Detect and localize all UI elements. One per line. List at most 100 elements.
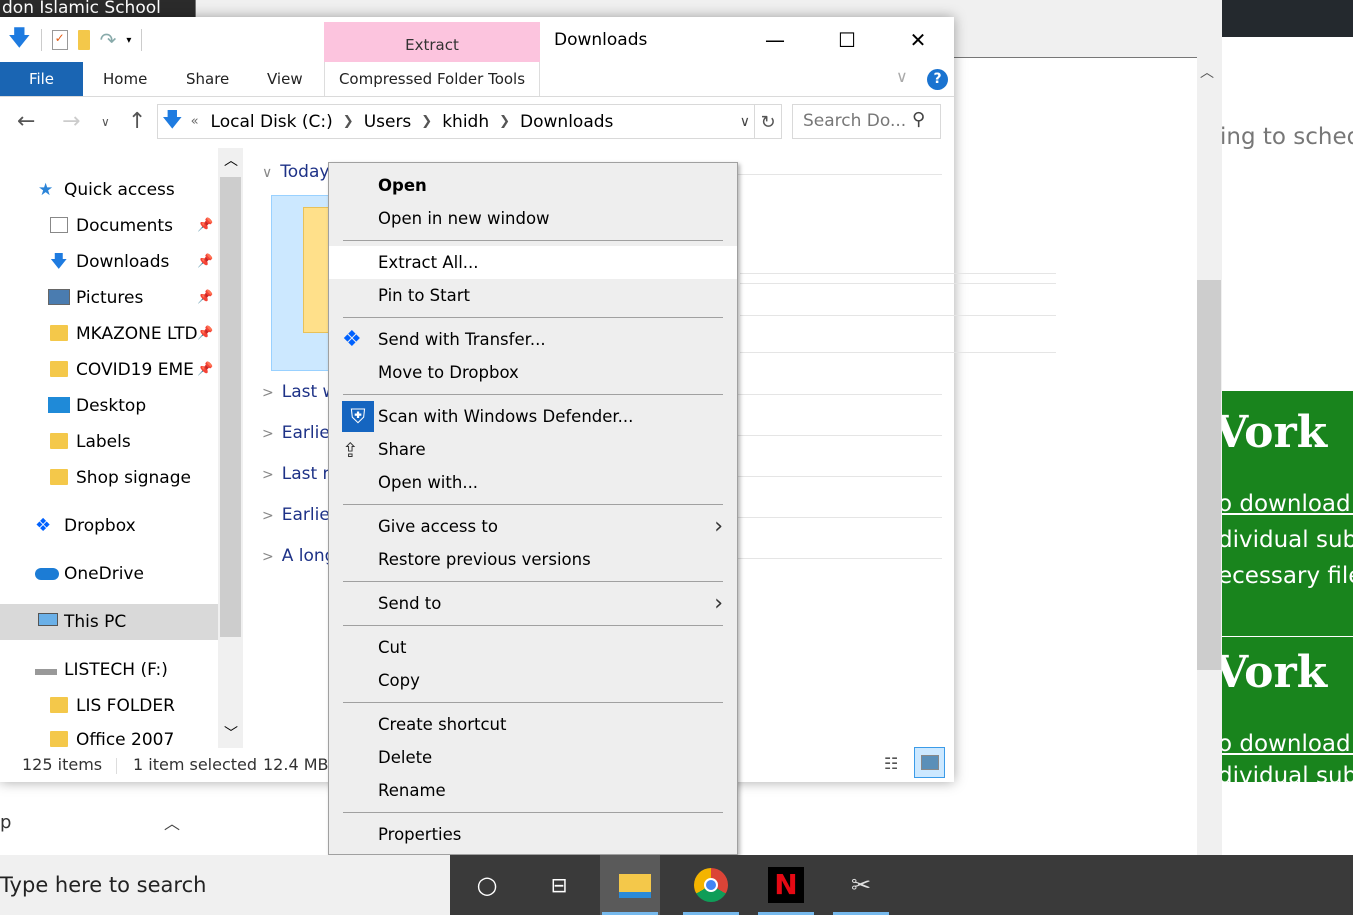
menu-item-send-to[interactable]: Send to › xyxy=(329,587,737,620)
forward-button[interactable]: → xyxy=(62,104,80,140)
redo-icon[interactable]: ↷ xyxy=(100,28,117,52)
properties-icon[interactable]: ✓ xyxy=(51,30,68,50)
breadcrumb-downloads[interactable]: Downloads xyxy=(520,112,613,132)
menu-item-open-new-window[interactable]: Open in new window xyxy=(329,202,737,235)
nav-item-this-pc[interactable]: This PC xyxy=(0,604,218,640)
snipping-tool-icon[interactable]: ✂ xyxy=(831,855,891,915)
star-icon: ★ xyxy=(38,180,54,200)
maximize-button[interactable]: ☐ xyxy=(824,25,870,55)
scroll-up-icon[interactable]: ︿ xyxy=(1200,62,1214,82)
menu-item-share[interactable]: ⇪ Share xyxy=(329,433,737,466)
chrome-icon[interactable] xyxy=(681,855,741,915)
nav-item-downloads[interactable]: 🡇 Downloads 📌 xyxy=(0,244,218,280)
download-arrow-icon[interactable]: 🡇 xyxy=(8,21,31,59)
task-view-icon[interactable]: ⊟ xyxy=(529,855,589,915)
large-icons-view-button[interactable] xyxy=(914,747,945,778)
menu-separator xyxy=(329,235,737,246)
taskbar-search-input[interactable]: Type here to search xyxy=(0,855,450,915)
breadcrumb-khidh[interactable]: khidh xyxy=(442,112,489,132)
help-button[interactable]: ? xyxy=(927,69,948,90)
menu-item-open[interactable]: Open xyxy=(329,169,737,202)
close-button[interactable]: ✕ xyxy=(895,25,941,55)
divider xyxy=(727,517,942,518)
menu-item-pin-to-start[interactable]: Pin to Start xyxy=(329,279,737,312)
new-folder-icon[interactable] xyxy=(77,30,90,50)
chevron-up-icon[interactable]: ︿ xyxy=(164,810,180,834)
scroll-down-icon[interactable]: ﹀ xyxy=(224,723,238,743)
share-icon: ⇪ xyxy=(342,438,359,462)
tab-view[interactable]: View xyxy=(267,62,303,96)
download-link[interactable]: o download. xyxy=(1222,491,1353,517)
search-icon[interactable]: ⚲ xyxy=(912,109,925,130)
chevron-right-icon[interactable]: ❯ xyxy=(343,114,354,129)
breadcrumb-users[interactable]: Users xyxy=(364,112,412,132)
nav-item-quick-access[interactable]: ★ Quick access xyxy=(0,172,218,208)
netflix-icon[interactable]: N xyxy=(756,855,816,915)
nav-item-lis-folder[interactable]: LIS FOLDER xyxy=(0,688,218,724)
tab-file[interactable]: File xyxy=(0,62,83,96)
nav-item-pictures[interactable]: Pictures 📌 xyxy=(0,280,218,316)
selection-size: 12.4 MB xyxy=(263,755,329,774)
menu-item-cut[interactable]: Cut xyxy=(329,631,737,664)
cortana-icon[interactable]: ○ xyxy=(457,855,517,915)
nav-item-office-2007[interactable]: Office 2007 xyxy=(0,722,218,748)
file-explorer-icon[interactable] xyxy=(600,855,660,915)
customize-dropdown-icon[interactable]: ▾ xyxy=(126,35,131,46)
menu-item-move-to-dropbox[interactable]: Move to Dropbox xyxy=(329,356,737,389)
nav-item-onedrive[interactable]: OneDrive xyxy=(0,556,218,592)
chevron-right-icon[interactable]: ❯ xyxy=(421,114,432,129)
path-overflow[interactable]: « xyxy=(191,114,199,129)
nav-item-documents[interactable]: Documents 📌 xyxy=(0,208,218,244)
nav-item-labels[interactable]: Labels xyxy=(0,424,218,460)
background-scrollbar-thumb[interactable] xyxy=(1197,280,1221,670)
breadcrumb-local-disk[interactable]: Local Disk (C:) xyxy=(211,112,333,132)
group-header[interactable]: > Earlier xyxy=(262,423,337,443)
nav-item-dropbox[interactable]: ❖ Dropbox xyxy=(0,508,218,544)
menu-separator xyxy=(329,389,737,400)
folder-icon xyxy=(50,731,68,747)
menu-item-create-shortcut[interactable]: Create shortcut xyxy=(329,708,737,741)
divider xyxy=(740,283,1056,284)
nav-label: Desktop xyxy=(76,396,147,416)
shared-folder-icon xyxy=(50,325,68,341)
nav-item-listech[interactable]: LISTECH (F:) xyxy=(0,652,218,688)
details-view-button[interactable]: ☷ xyxy=(884,754,908,776)
card-text: dividual subj xyxy=(1222,763,1353,782)
up-button[interactable]: ↑ xyxy=(128,104,146,140)
menu-item-restore-previous-versions[interactable]: Restore previous versions xyxy=(329,543,737,576)
address-bar[interactable]: 🡇 « Local Disk (C:) ❯ Users ❯ khidh ❯ Downl… xyxy=(157,104,755,139)
group-header[interactable]: > Earlier xyxy=(262,505,337,525)
card-text: ecessary files xyxy=(1222,563,1353,589)
recent-locations-icon[interactable]: ∨ xyxy=(101,104,110,140)
group-header[interactable]: > Last w xyxy=(262,382,336,402)
tab-share[interactable]: Share xyxy=(186,62,229,96)
expand-ribbon-icon[interactable]: ∨ xyxy=(896,67,908,86)
menu-item-properties[interactable]: Properties xyxy=(329,818,737,851)
menu-item-delete[interactable]: Delete xyxy=(329,741,737,774)
tab-compressed-folder-tools[interactable]: Compressed Folder Tools xyxy=(324,62,540,96)
download-link[interactable]: o download. xyxy=(1222,731,1353,757)
nav-item-desktop[interactable]: Desktop xyxy=(0,388,218,424)
nav-item-covid19[interactable]: COVID19 EMEI 📌 xyxy=(0,352,218,388)
nav-item-mkazone[interactable]: MKAZONE LTD 📌 xyxy=(0,316,218,352)
menu-item-copy[interactable]: Copy xyxy=(329,664,737,697)
scroll-up-icon[interactable]: ︿ xyxy=(224,150,238,170)
nav-label: LISTECH (F:) xyxy=(64,660,168,680)
pin-icon: 📌 xyxy=(197,218,214,233)
group-header-today[interactable]: ∨ Today xyxy=(262,162,329,182)
back-button[interactable]: ← xyxy=(17,104,35,140)
menu-item-extract-all[interactable]: Extract All... xyxy=(329,246,737,279)
chevron-right-icon[interactable]: ❯ xyxy=(499,114,510,129)
nav-pane-scrollbar-thumb[interactable] xyxy=(220,177,241,637)
group-header[interactable]: > A long xyxy=(262,546,335,566)
menu-item-scan-defender[interactable]: ⛨ Scan with Windows Defender... xyxy=(329,400,737,433)
menu-item-give-access[interactable]: Give access to › xyxy=(329,510,737,543)
refresh-button[interactable]: ↻ xyxy=(755,104,782,139)
menu-item-open-with[interactable]: Open with... xyxy=(329,466,737,499)
nav-item-shop-signage[interactable]: Shop signage xyxy=(0,460,218,496)
minimize-button[interactable]: — xyxy=(752,25,798,55)
menu-item-send-with-transfer[interactable]: ❖ Send with Transfer... xyxy=(329,323,737,356)
tab-home[interactable]: Home xyxy=(103,62,147,96)
menu-item-rename[interactable]: Rename xyxy=(329,774,737,807)
address-dropdown-icon[interactable]: ∨ xyxy=(740,114,750,130)
